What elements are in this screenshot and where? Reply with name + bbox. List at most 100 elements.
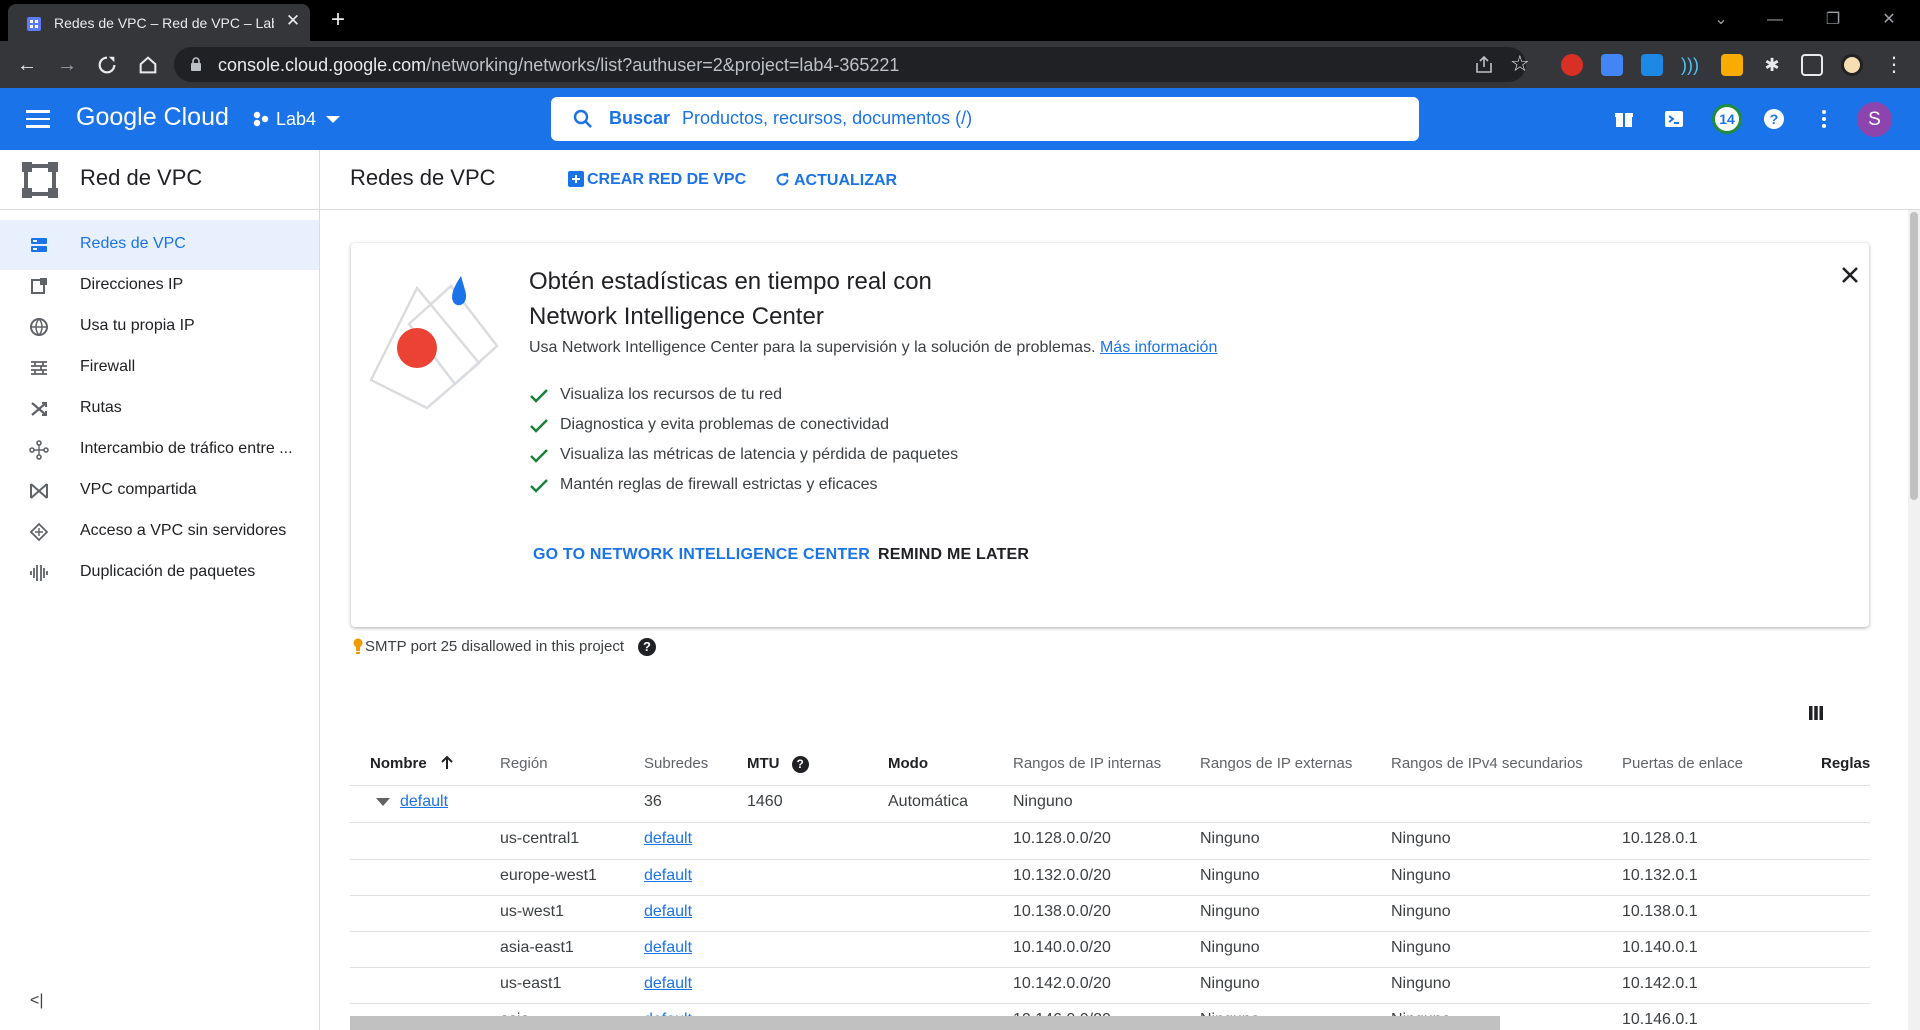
column-header-label: MTU: [747, 755, 780, 772]
subnet-secondary-range: Ninguno: [1391, 939, 1451, 956]
create-vpc-button[interactable]: CREAR RED DE VPC: [568, 171, 746, 189]
network-mtu: 1460: [747, 793, 783, 810]
subnet-secondary-range: Ninguno: [1391, 867, 1451, 884]
reload-icon[interactable]: [96, 54, 118, 76]
profile-avatar-icon[interactable]: [1841, 54, 1863, 76]
vertical-scrollbar[interactable]: [1908, 210, 1920, 1030]
forward-icon[interactable]: →: [54, 52, 80, 78]
search-icon: [573, 109, 592, 128]
column-header-rules[interactable]: Reglas d: [1821, 755, 1870, 772]
project-selector[interactable]: Lab4: [252, 108, 341, 132]
account-avatar[interactable]: S: [1857, 102, 1892, 137]
column-header-external-ranges[interactable]: Rangos de IP externas: [1200, 755, 1352, 772]
close-icon[interactable]: [1838, 263, 1862, 287]
collapse-sidebar-icon[interactable]: <|: [30, 992, 44, 1010]
column-header-subredes[interactable]: Subredes: [644, 755, 708, 772]
sidebar-item-packet-mirroring[interactable]: Duplicación de paquetes: [0, 548, 319, 598]
network-name-link[interactable]: default: [400, 793, 448, 811]
help-icon[interactable]: ?: [1762, 107, 1786, 131]
subnet-internal-range: 10.142.0.0/20: [1013, 975, 1111, 992]
divider: [350, 822, 1870, 823]
check-icon: [530, 419, 548, 433]
side-panel-icon[interactable]: [1801, 54, 1823, 76]
sidebar-item-label: Direcciones IP: [80, 276, 184, 293]
cloud-shell-icon[interactable]: [1662, 107, 1686, 131]
browser-menu-icon[interactable]: ⋮: [1883, 54, 1905, 76]
column-header-region[interactable]: Región: [500, 755, 548, 772]
url-path: /networking/networks/list?authuser=2&pro…: [426, 55, 900, 75]
search-bar[interactable]: Buscar Productos, recursos, documentos (…: [551, 97, 1419, 141]
sort-ascending-icon[interactable]: [439, 755, 455, 771]
adblock-extension-icon[interactable]: [1561, 54, 1583, 76]
vpc-network-logo-icon: [22, 162, 58, 198]
column-header-gateways[interactable]: Puertas de enlace: [1622, 755, 1743, 772]
sidebar: Red de VPC Redes de VPC Direcciones IP U…: [0, 150, 320, 1030]
subnet-link[interactable]: default: [644, 830, 692, 848]
subnet-link[interactable]: default: [644, 903, 692, 921]
more-vert-icon[interactable]: [1812, 107, 1836, 131]
mtu-help-icon[interactable]: ?: [791, 756, 809, 773]
subnet-external-range: Ninguno: [1200, 975, 1260, 992]
divider: [350, 1003, 1870, 1004]
subnet-external-range: Ninguno: [1200, 867, 1260, 884]
column-header-mtu[interactable]: MTU ?: [747, 755, 809, 773]
help-circle-icon[interactable]: ?: [638, 638, 657, 656]
refresh-button[interactable]: ACTUALIZAR: [774, 171, 897, 190]
new-tab-button[interactable]: +: [326, 8, 350, 32]
subnet-secondary-range: Ninguno: [1391, 903, 1451, 920]
url-host: console.cloud.google.com: [218, 55, 427, 75]
go-to-nic-button[interactable]: GO TO NETWORK INTELLIGENCE CENTER: [533, 546, 870, 564]
horizontal-scrollbar[interactable]: [350, 1016, 1500, 1030]
home-icon[interactable]: [137, 54, 159, 76]
network-mode: Automática: [888, 793, 969, 810]
translate-extension-icon[interactable]: [1601, 54, 1623, 76]
column-header-secondary-ranges[interactable]: Rangos de IPv4 secundarios: [1391, 755, 1583, 772]
add-box-icon: [568, 171, 584, 187]
sidebar-item-label: Usa tu propia IP: [80, 317, 195, 334]
hamburger-menu-icon[interactable]: [26, 110, 50, 128]
subnet-gateway: 10.138.0.1: [1622, 903, 1698, 920]
peering-icon: [29, 440, 49, 460]
subnet-link[interactable]: default: [644, 939, 692, 957]
google-cloud-logo[interactable]: Google Cloud: [76, 103, 229, 132]
notifications-badge[interactable]: 14: [1712, 104, 1742, 134]
subnet-external-range: Ninguno: [1200, 903, 1260, 920]
read-aloud-extension-icon[interactable]: ))): [1681, 54, 1703, 76]
column-header-nombre[interactable]: Nombre: [370, 755, 455, 772]
shared-vpc-icon: [30, 483, 48, 499]
svg-text:?: ?: [1770, 111, 1779, 127]
scroll-thumb[interactable]: [1910, 212, 1918, 500]
sidebar-header: Red de VPC: [0, 150, 319, 210]
column-display-icon[interactable]: [1808, 705, 1824, 721]
tab-title: Redes de VPC – Red de VPC – Lab4: [54, 15, 274, 31]
restore-button[interactable]: ❐: [1818, 8, 1848, 32]
sidebar-item-label: Intercambio de tráfico entre ...: [80, 440, 293, 457]
subnet-link[interactable]: default: [644, 867, 692, 885]
window-close-button[interactable]: ✕: [1874, 8, 1904, 32]
browser-tab[interactable]: Redes de VPC – Red de VPC – Lab4 ✕: [8, 4, 310, 41]
subnet-link[interactable]: default: [644, 975, 692, 993]
ip-address-icon: [31, 278, 47, 294]
remind-me-later-button[interactable]: REMIND ME LATER: [878, 546, 1029, 564]
bookmark-star-icon[interactable]: ☆: [1510, 51, 1530, 77]
subnet-internal-range: 10.140.0.0/20: [1013, 939, 1111, 956]
column-header-internal-ranges[interactable]: Rangos de IP internas: [1013, 755, 1161, 772]
card-heading: Obtén estadísticas en tiempo real con Ne…: [529, 264, 1129, 334]
tab-search-icon[interactable]: ⌄: [1706, 8, 1736, 32]
subnet-region: us-east1: [500, 975, 562, 992]
share-icon[interactable]: [1474, 55, 1494, 75]
globe-icon: [30, 318, 48, 336]
tab-close-icon[interactable]: ✕: [284, 12, 302, 30]
column-header-modo[interactable]: Modo: [888, 755, 928, 772]
wappalyzer-extension-icon[interactable]: [1721, 54, 1743, 76]
extensions-puzzle-icon[interactable]: ✱: [1761, 54, 1783, 76]
back-icon[interactable]: ←: [14, 52, 40, 78]
collapse-triangle-icon[interactable]: [376, 798, 390, 806]
smtp-notice: SMTP port 25 disallowed in this project?: [353, 638, 657, 656]
minimize-button[interactable]: —: [1760, 8, 1790, 32]
address-bar[interactable]: console.cloud.google.com/networking/netw…: [174, 47, 1530, 82]
subnet-secondary-range: Ninguno: [1391, 830, 1451, 847]
screen-extension-icon[interactable]: [1641, 54, 1663, 76]
more-info-link[interactable]: Más información: [1100, 339, 1217, 356]
gift-icon[interactable]: [1612, 107, 1636, 131]
